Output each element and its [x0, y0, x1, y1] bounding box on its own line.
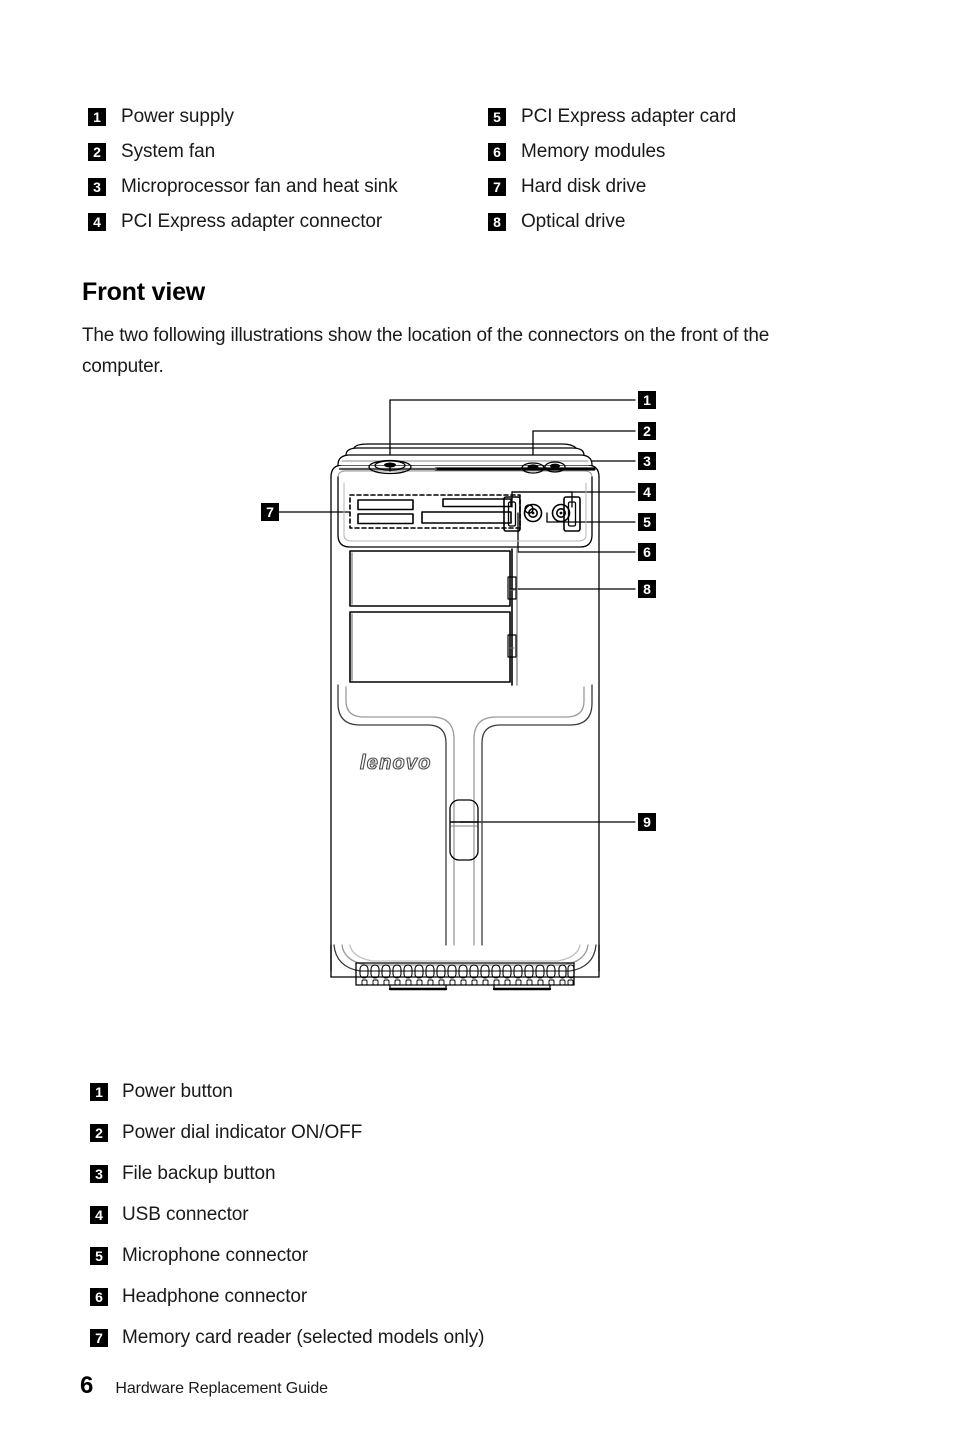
- list-item: 2 System fan: [88, 140, 488, 164]
- svg-text:1: 1: [643, 392, 651, 408]
- list-item: 5 Microphone connector: [90, 1244, 790, 1268]
- list-item: 6 Headphone connector: [90, 1285, 790, 1309]
- callout-badge-8: 8: [638, 580, 656, 598]
- callout-badge: 1: [88, 108, 106, 126]
- list-item-label: Power dial indicator ON/OFF: [122, 1122, 363, 1143]
- page-number: 6: [80, 1372, 94, 1399]
- callout-badge: 7: [90, 1329, 108, 1347]
- list-item: 1 Power button: [90, 1080, 790, 1104]
- svg-text:6: 6: [643, 544, 651, 560]
- list-item-label: PCI Express adapter connector: [121, 211, 383, 232]
- svg-text:4: 4: [643, 484, 651, 500]
- list-item: 5 PCI Express adapter card: [488, 105, 888, 129]
- section-paragraph: The two following illustrations show the…: [82, 325, 770, 377]
- list-item: 1 Power supply: [88, 105, 488, 129]
- document-page: 1 Power supply 2 System fan 3 Microproce…: [0, 0, 954, 1452]
- callout-badge: 4: [88, 213, 106, 231]
- callout-badge: 5: [90, 1247, 108, 1265]
- list-item-label: PCI Express adapter card: [521, 106, 737, 127]
- callout-badge-2: 2: [638, 422, 656, 440]
- optical-drive-bays: [349, 548, 518, 686]
- callout-badge-7: 7: [261, 503, 279, 521]
- list-item-label: Microprocessor fan and heat sink: [121, 176, 398, 197]
- callout-badge: 5: [488, 108, 506, 126]
- legend-left-column: 1 Power supply 2 System fan 3 Microproce…: [88, 105, 488, 245]
- front-view-illustration: lenovo 1 2 3 4 5 6 7 8 9: [250, 385, 690, 1065]
- list-item: 3 Microprocessor fan and heat sink: [88, 175, 488, 199]
- list-item-label: Power supply: [121, 106, 234, 127]
- callout-badge: 8: [488, 213, 506, 231]
- list-item-label: Microphone connector: [122, 1245, 308, 1266]
- list-item: 7 Memory card reader (selected models on…: [90, 1326, 790, 1350]
- list-item-label: Memory modules: [521, 141, 666, 162]
- list-item: 8 Optical drive: [488, 210, 888, 234]
- front-connectors-legend: 1 Power button 2 Power dial indicator ON…: [90, 1080, 790, 1367]
- list-item: 6 Memory modules: [488, 140, 888, 164]
- callout-badge: 2: [90, 1124, 108, 1142]
- list-item-label: Power button: [122, 1081, 233, 1102]
- callout-badge: 4: [90, 1206, 108, 1224]
- callout-badge-5: 5: [638, 513, 656, 531]
- callout-badge: 6: [90, 1288, 108, 1306]
- list-item-label: Optical drive: [521, 211, 626, 232]
- svg-text:2: 2: [643, 423, 651, 439]
- lenovo-logo: lenovo: [359, 751, 432, 774]
- svg-text:9: 9: [643, 814, 651, 830]
- list-item-label: Headphone connector: [122, 1286, 308, 1307]
- callout-badge: 2: [88, 143, 106, 161]
- list-item: 2 Power dial indicator ON/OFF: [90, 1121, 790, 1145]
- front-panel-sculpt: [337, 684, 593, 946]
- callout-badge: 6: [488, 143, 506, 161]
- list-item-label: USB connector: [122, 1204, 249, 1225]
- callout-badge-1: 1: [638, 391, 656, 409]
- list-item: 7 Hard disk drive: [488, 175, 888, 199]
- callout-badge-4: 4: [638, 483, 656, 501]
- list-item-label: System fan: [121, 141, 216, 162]
- legend-right-column: 5 PCI Express adapter card 6 Memory modu…: [488, 105, 888, 245]
- list-item-label: File backup button: [122, 1163, 276, 1184]
- svg-text:7: 7: [266, 504, 274, 520]
- callout-badge: 7: [488, 178, 506, 196]
- callout-badge: 1: [90, 1083, 108, 1101]
- callout-badge-9: 9: [638, 813, 656, 831]
- list-item-label: Memory card reader (selected models only…: [122, 1327, 485, 1348]
- callout-badge: 3: [88, 178, 106, 196]
- list-item: 3 File backup button: [90, 1162, 790, 1186]
- footer-title: Hardware Replacement Guide: [115, 1380, 328, 1397]
- svg-text:5: 5: [643, 514, 651, 530]
- svg-text:3: 3: [643, 453, 651, 469]
- svg-text:8: 8: [643, 581, 651, 597]
- memory-card-reader: [349, 494, 534, 529]
- svg-text:lenovo: lenovo: [360, 752, 432, 774]
- internal-components-legend: 1 Power supply 2 System fan 3 Microproce…: [88, 105, 888, 245]
- callout-badge-3: 3: [638, 452, 656, 470]
- tower-base: [330, 944, 600, 991]
- page-footer: 6 Hardware Replacement Guide: [80, 1372, 328, 1400]
- list-item: 4 PCI Express adapter connector: [88, 210, 488, 234]
- list-item-label: Hard disk drive: [521, 176, 647, 197]
- page-title: Front view: [82, 278, 206, 306]
- callout-badge: 3: [90, 1165, 108, 1183]
- callout-badge-6: 6: [638, 543, 656, 561]
- list-item: 4 USB connector: [90, 1203, 790, 1227]
